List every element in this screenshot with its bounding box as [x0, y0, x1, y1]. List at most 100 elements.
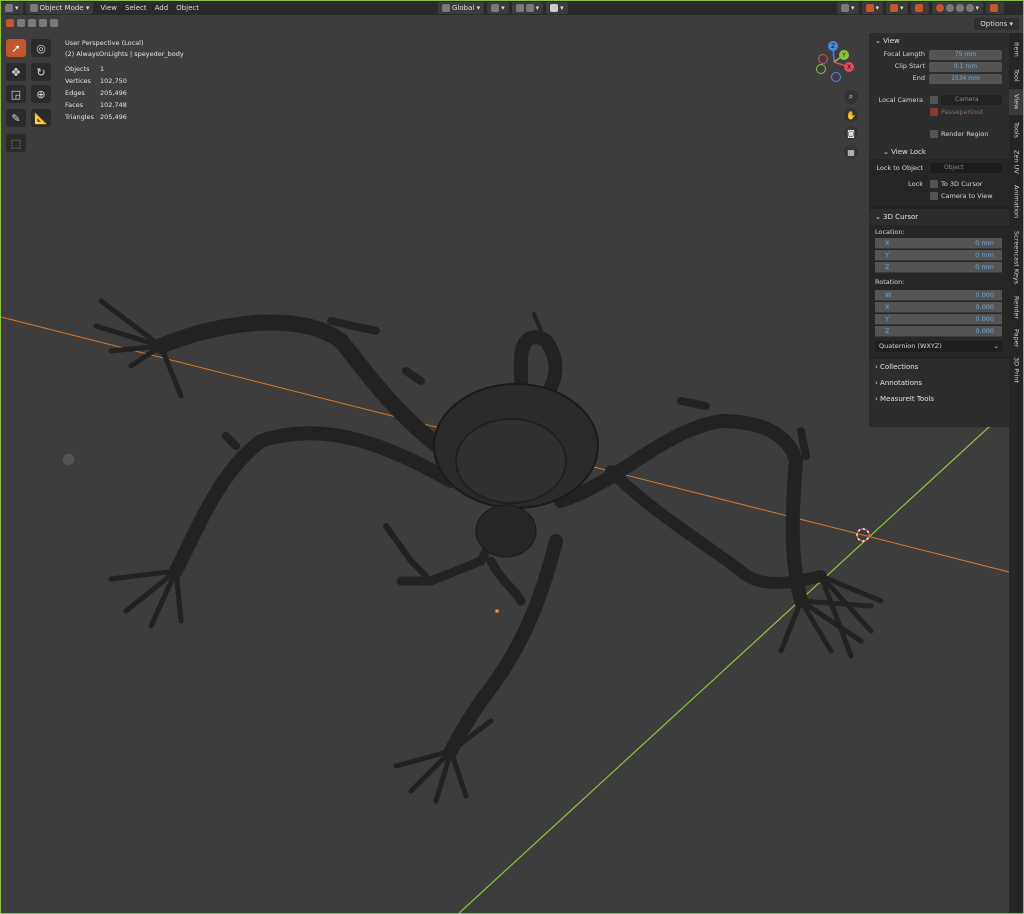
location-label: Location: — [875, 228, 905, 236]
material-shading-icon — [955, 4, 964, 12]
location-z-field[interactable]: Z 0 mm — [875, 262, 1002, 273]
camera-view-button[interactable]: ◙ — [844, 126, 858, 140]
view-lock-header[interactable]: ⌄ View Lock — [869, 145, 1009, 159]
lock-cursor-checkbox[interactable] — [930, 180, 938, 188]
menu-object[interactable]: Object — [172, 2, 203, 14]
passepartout-checkbox[interactable] — [930, 108, 938, 116]
local-camera-checkbox[interactable] — [930, 96, 938, 104]
hand-icon: ✋ — [846, 110, 856, 120]
mode-dropdown[interactable]: Object Mode ▾ — [25, 2, 94, 14]
render-button[interactable] — [986, 2, 1005, 14]
select-subtract-icon[interactable] — [28, 19, 36, 27]
tab-render[interactable]: Render — [1009, 293, 1023, 323]
visibility-button[interactable]: ▾ — [837, 2, 859, 14]
axis-value: 0.000 — [975, 303, 994, 311]
transform-tool[interactable]: ⊕ — [31, 85, 51, 103]
gizmo-toggle-button[interactable]: ▾ — [861, 2, 884, 14]
ortho-toggle-button[interactable]: ▦ — [844, 145, 858, 159]
measure-tool[interactable]: 📐 — [31, 109, 51, 127]
axis-value: 0 mm — [975, 239, 994, 247]
creature-head — [475, 504, 537, 558]
pan-button[interactable]: ✋ — [844, 108, 858, 122]
pivot-dropdown[interactable]: ▾ — [487, 2, 509, 14]
tab-tool[interactable]: Tool — [1009, 63, 1023, 87]
cursor-tool[interactable]: ◎ — [31, 39, 51, 57]
tab-view[interactable]: View — [1009, 89, 1023, 115]
snap-dropdown[interactable]: ▾ — [511, 2, 544, 14]
add-cube-icon: ⬚ — [10, 136, 22, 150]
transform-orientation-dropdown[interactable]: Global ▾ — [438, 2, 485, 14]
menu-view[interactable]: View — [96, 2, 121, 14]
measureit-section-header[interactable]: › MeasureIt Tools — [869, 391, 1009, 407]
select-new-icon[interactable] — [6, 19, 14, 27]
shading-buttons[interactable]: ▾ — [931, 2, 984, 14]
section-title: Annotations — [880, 379, 923, 387]
rotation-mode-label: Quaternion (WXYZ) — [879, 342, 942, 350]
navigation-gizmo[interactable]: X Y Z — [809, 37, 859, 87]
tab-3d-print[interactable]: 3D Print — [1009, 353, 1023, 387]
axis-value: 0 mm — [975, 251, 994, 259]
scale-tool[interactable]: ◲ — [6, 85, 26, 103]
light-icon[interactable] — [63, 454, 74, 465]
xray-button[interactable] — [910, 2, 929, 14]
collections-section-header[interactable]: › Collections — [869, 359, 1009, 375]
camera-icon: ◙ — [847, 128, 855, 138]
render-region-checkbox[interactable] — [930, 130, 938, 138]
location-x-field[interactable]: X 0 mm — [875, 238, 1002, 249]
annotate-tool[interactable]: ✎ — [6, 109, 26, 127]
rotation-z-field[interactable]: Z 0.000 — [875, 326, 1002, 337]
rotation-y-field[interactable]: Y 0.000 — [875, 314, 1002, 325]
select-box-mode-icons[interactable] — [6, 19, 60, 27]
viewport-header: ▾ Object Mode ▾ View Select Add Object G… — [1, 1, 1023, 15]
overlay-toggle-button[interactable]: ▾ — [886, 2, 908, 14]
snap-icon — [515, 4, 524, 12]
select-invert-icon[interactable] — [39, 19, 47, 27]
object-mode-icon — [29, 4, 38, 12]
select-intersect-icon[interactable] — [50, 19, 58, 27]
neg-z-icon[interactable] — [831, 72, 841, 82]
measure-icon: 📐 — [34, 111, 48, 125]
camera-field[interactable]: Camera — [941, 95, 1002, 105]
tab-zen-uv[interactable]: Zen UV — [1009, 145, 1023, 179]
rotation-w-field[interactable]: W 0.000 — [875, 290, 1002, 301]
clip-start-field[interactable]: 0.1 mm — [929, 62, 1002, 72]
mode-label: Object Mode — [39, 4, 84, 12]
menu-add[interactable]: Add — [151, 2, 173, 14]
stat-value: 205,496 — [100, 89, 127, 97]
lock-object-field[interactable]: Object — [930, 163, 1002, 173]
view-section-header[interactable]: ⌄ View — [869, 33, 1009, 49]
select-extend-icon[interactable] — [17, 19, 25, 27]
options-dropdown[interactable]: Options ▾ — [974, 18, 1019, 30]
solid-shading-icon — [945, 4, 954, 12]
focal-length-field[interactable]: 75 mm — [929, 50, 1002, 60]
tab-tools[interactable]: Tools — [1009, 117, 1023, 143]
stat-label: Vertices — [65, 77, 91, 85]
zoom-button[interactable]: ⌕ — [844, 90, 858, 104]
options-label: Options — [980, 20, 1008, 28]
select-box-tool[interactable]: ➚ — [6, 39, 26, 57]
annotate-icon: ✎ — [11, 111, 21, 125]
tab-item[interactable]: Item — [1009, 37, 1023, 61]
menu-select[interactable]: Select — [121, 2, 151, 14]
rotation-x-field[interactable]: X 0.000 — [875, 302, 1002, 313]
chevron-right-icon: › — [875, 363, 878, 371]
neg-x-icon[interactable] — [818, 54, 828, 64]
rotation-mode-dropdown[interactable]: Quaternion (WXYZ) ⌄ — [875, 341, 1003, 352]
add-cube-tool[interactable]: ⬚ — [6, 134, 26, 152]
camera-to-view-checkbox[interactable] — [930, 192, 938, 200]
move-tool[interactable]: ✥ — [6, 63, 26, 81]
axis-label: X — [885, 239, 890, 247]
editor-type-button[interactable]: ▾ — [1, 2, 23, 14]
proportional-edit-button[interactable]: ▾ — [546, 2, 568, 14]
clip-end-field[interactable]: 1534 mm — [929, 74, 1002, 84]
annotations-section-header[interactable]: › Annotations — [869, 375, 1009, 391]
cursor-section-header[interactable]: ⌄ 3D Cursor — [869, 209, 1009, 225]
rotate-tool[interactable]: ↻ — [31, 63, 51, 81]
tab-animation[interactable]: Animation — [1009, 181, 1023, 223]
location-y-field[interactable]: Y 0 mm — [875, 250, 1002, 261]
axis-label: X — [885, 303, 890, 311]
pivot-icon — [491, 4, 500, 12]
tab-screencast-keys[interactable]: Screencast Keys — [1009, 225, 1023, 291]
tab-paper[interactable]: Paper — [1009, 325, 1023, 351]
neg-y-icon[interactable] — [816, 64, 826, 74]
